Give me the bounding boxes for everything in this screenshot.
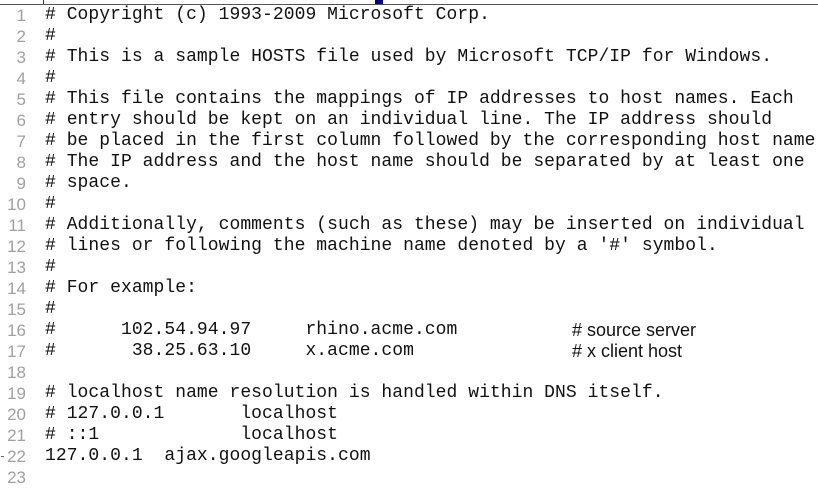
line-number: 9: [16, 174, 26, 193]
line-number: 12: [7, 237, 26, 256]
line-number: 20: [7, 405, 26, 424]
line-number: 19: [7, 384, 26, 403]
line-number: 2: [16, 27, 26, 46]
line-number: 11: [8, 216, 26, 235]
line-text: 127.0.0.1 ajax.googleapis.com: [45, 446, 371, 466]
line-text: # This is a sample HOSTS file used by Mi…: [45, 47, 773, 67]
line-text: # lines or following the machine name de…: [45, 236, 718, 256]
line-number: 3: [16, 48, 26, 67]
line-number: 21: [7, 426, 26, 445]
line-text: # 127.0.0.1 localhost: [45, 404, 338, 424]
line-text: # ::1 localhost: [45, 425, 338, 445]
line-text: # 102.54.94.97 rhino.acme.com: [45, 320, 458, 340]
line-number: 22: [7, 447, 26, 466]
line-text: #: [45, 194, 56, 214]
line-text: # be placed in the first column followed…: [45, 131, 818, 151]
line-text: # Copyright (c) 1993-2009 Microsoft Corp…: [45, 5, 490, 25]
line-number: 4: [16, 69, 26, 88]
inline-comment: # source server: [572, 320, 697, 340]
line-number: 1: [16, 6, 26, 25]
line-number: 18: [7, 363, 26, 382]
line-number: 23: [7, 468, 26, 487]
line-number: 6: [16, 111, 26, 130]
ruler-margin-tick: [43, 0, 44, 4]
line-text: # entry should be kept on an individual …: [45, 110, 773, 130]
line-text: #: [45, 299, 56, 319]
line-number: 14: [7, 279, 26, 298]
line-number: 13: [7, 258, 26, 277]
line-number: 8: [16, 153, 26, 172]
inline-comment: # x client host: [572, 341, 683, 361]
line-number: 15: [7, 300, 26, 319]
ruler-caret-marker[interactable]: [375, 0, 383, 4]
line-text: # Additionally, comments (such as these)…: [45, 215, 805, 235]
line-text: #: [45, 68, 56, 88]
line-text: # localhost name resolution is handled w…: [45, 383, 664, 403]
line-number: 7: [16, 132, 26, 151]
line-text: #: [45, 257, 56, 277]
line-text: # For example:: [45, 278, 197, 298]
line-text: # space.: [45, 173, 132, 193]
line-number: 10: [7, 195, 26, 214]
line-number: 16: [7, 321, 26, 340]
line-text: # 38.25.63.10 x.acme.com: [45, 341, 414, 361]
line-number: 17: [7, 342, 26, 361]
line-text: #: [45, 26, 56, 46]
line-number: 5: [16, 90, 26, 109]
line-text: # This file contains the mappings of IP …: [45, 89, 794, 109]
line-text: # The IP address and the host name shoul…: [45, 152, 805, 172]
